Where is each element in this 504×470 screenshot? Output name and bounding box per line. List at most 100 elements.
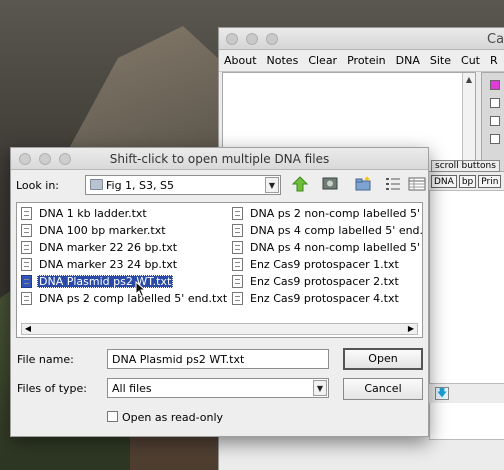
text-area-scrollbar[interactable]: ▲ ▼	[462, 73, 475, 171]
look-in-dropdown[interactable]: Fig 1, S3, S5 ▼	[85, 175, 281, 195]
file-icon	[21, 292, 32, 305]
file-item[interactable]: DNA 1 kb ladder.txt	[19, 206, 229, 223]
file-item[interactable]: Enz Cas9 protospacer 1.txt	[230, 257, 422, 274]
option-checkbox-4[interactable]	[490, 134, 500, 144]
mouse-pointer-icon	[135, 281, 147, 298]
dna-button[interactable]: DNA	[431, 175, 457, 188]
file-column-right: DNA ps 2 non-comp labelled 5' end.txt DN…	[230, 206, 423, 308]
menu-r[interactable]: R	[485, 50, 503, 71]
dialog-titlebar: Shift-click to open multiple DNA files	[11, 148, 428, 170]
look-in-label: Look in:	[16, 179, 59, 192]
file-name: DNA Plasmid ps2 WT.txt	[37, 275, 174, 288]
scroll-buttons-label[interactable]: scroll buttons	[431, 160, 500, 172]
file-name: DNA 100 bp marker.txt	[39, 224, 166, 237]
file-item[interactable]: DNA 100 bp marker.txt	[19, 223, 229, 240]
file-icon	[232, 224, 243, 237]
open-button[interactable]: Open	[343, 348, 423, 370]
file-name: DNA ps 2 comp labelled 5' end.txt	[39, 292, 228, 305]
file-item[interactable]: DNA ps 2 comp labelled 5' end.txt	[19, 291, 229, 308]
zoom-window-icon[interactable]	[266, 33, 278, 45]
menu-protein[interactable]: Protein	[342, 50, 391, 71]
file-icon	[21, 224, 32, 237]
files-of-type-label: Files of type:	[17, 382, 88, 395]
desktop-icon	[322, 177, 338, 190]
menu-site[interactable]: Site	[425, 50, 456, 71]
arrow-down-icon[interactable]: 🡇	[435, 387, 449, 400]
folder-icon	[90, 179, 103, 190]
file-icon	[232, 275, 243, 288]
file-icon	[232, 241, 243, 254]
open-file-dialog: Shift-click to open multiple DNA files L…	[10, 147, 429, 437]
option-checkbox-panel	[481, 72, 504, 172]
file-name: Enz Cas9 protospacer 2.txt	[250, 275, 399, 288]
file-name: DNA marker 22 26 bp.txt	[39, 241, 178, 254]
background-window-title: Ca	[487, 32, 504, 47]
file-name-input[interactable]: DNA Plasmid ps2 WT.txt	[107, 349, 329, 369]
read-only-checkbox[interactable]	[107, 411, 118, 422]
menu-clear[interactable]: Clear	[303, 50, 342, 71]
menu-about[interactable]: About	[219, 50, 262, 71]
chevron-down-icon[interactable]: ▼	[313, 380, 327, 396]
up-one-level-button[interactable]	[290, 175, 310, 193]
file-item[interactable]: Enz Cas9 protospacer 4.txt	[230, 291, 422, 308]
file-name: DNA ps 4 comp labelled 5' end.txt	[250, 224, 423, 237]
details-view-button[interactable]	[407, 175, 427, 193]
menu-dna[interactable]: DNA	[391, 50, 425, 71]
file-name: DNA ps 4 non-comp labelled 5' end.txt	[250, 241, 422, 254]
dialog-title: Shift-click to open multiple DNA files	[109, 152, 330, 166]
up-arrow-icon	[292, 176, 308, 192]
file-name-input-value: DNA Plasmid ps2 WT.txt	[112, 353, 245, 366]
desktop-button[interactable]	[320, 175, 340, 193]
file-item[interactable]: DNA ps 4 comp labelled 5' end.txt	[230, 223, 423, 240]
file-list[interactable]: DNA 1 kb ladder.txt DNA 100 bp marker.tx…	[16, 202, 423, 338]
file-item[interactable]: DNA ps 2 non-comp labelled 5' end.txt	[230, 206, 422, 223]
file-name-label: File name:	[17, 353, 74, 366]
print-button[interactable]: Prin	[478, 175, 502, 188]
file-item-selected[interactable]: DNA Plasmid ps2 WT.txt	[19, 274, 229, 291]
bp-button[interactable]: bp	[458, 175, 477, 188]
file-name: DNA 1 kb ladder.txt	[39, 207, 147, 220]
file-name: DNA ps 2 non-comp labelled 5' end.txt	[250, 207, 422, 220]
new-folder-icon	[355, 176, 371, 191]
option-checkbox-2[interactable]	[490, 98, 500, 108]
file-icon	[21, 275, 32, 288]
option-checkbox-1[interactable]	[490, 80, 500, 90]
file-icon	[232, 292, 243, 305]
chevron-down-icon[interactable]: ▼	[265, 177, 279, 193]
file-icon	[21, 207, 32, 220]
list-view-button[interactable]	[383, 175, 403, 193]
file-icon	[21, 258, 32, 271]
scroll-right-icon[interactable]: ▶	[406, 324, 416, 334]
file-icon	[232, 207, 243, 220]
file-column-left: DNA 1 kb ladder.txt DNA 100 bp marker.tx…	[19, 206, 229, 308]
file-icon	[21, 241, 32, 254]
minimize-window-icon[interactable]	[246, 33, 258, 45]
file-name: Enz Cas9 protospacer 4.txt	[250, 292, 399, 305]
bottom-toolbar: 🡇	[429, 383, 504, 403]
file-name: DNA marker 23 24 bp.txt	[39, 258, 178, 271]
menu-bar: About Notes Clear Protein DNA Site Cut R	[219, 50, 504, 72]
read-only-label: Open as read-only	[122, 411, 224, 424]
option-checkbox-3[interactable]	[490, 116, 500, 126]
menu-cut[interactable]: Cut	[456, 50, 485, 71]
scroll-up-icon[interactable]: ▲	[464, 75, 474, 85]
file-item[interactable]: DNA ps 4 non-comp labelled 5' end.txt	[230, 240, 422, 257]
file-name: Enz Cas9 protospacer 1.txt	[250, 258, 399, 271]
cancel-button[interactable]: Cancel	[343, 378, 423, 400]
file-list-horizontal-scrollbar[interactable]: ◀ ▶	[21, 323, 418, 335]
look-in-value: Fig 1, S3, S5	[106, 179, 175, 192]
new-folder-button[interactable]	[353, 175, 373, 193]
files-of-type-value: All files	[112, 382, 152, 395]
file-icon	[232, 258, 243, 271]
files-of-type-dropdown[interactable]: All files ▼	[107, 378, 329, 398]
scroll-left-icon[interactable]: ◀	[23, 324, 33, 334]
background-window-titlebar: Ca	[219, 28, 504, 50]
list-view-icon	[386, 178, 400, 190]
small-button-row: DNA bp Prin	[431, 175, 502, 188]
menu-notes[interactable]: Notes	[262, 50, 304, 71]
file-item[interactable]: Enz Cas9 protospacer 2.txt	[230, 274, 422, 291]
file-item[interactable]: DNA marker 23 24 bp.txt	[19, 257, 229, 274]
file-item[interactable]: DNA marker 22 26 bp.txt	[19, 240, 229, 257]
details-view-icon	[408, 177, 426, 191]
close-window-icon[interactable]	[226, 33, 238, 45]
